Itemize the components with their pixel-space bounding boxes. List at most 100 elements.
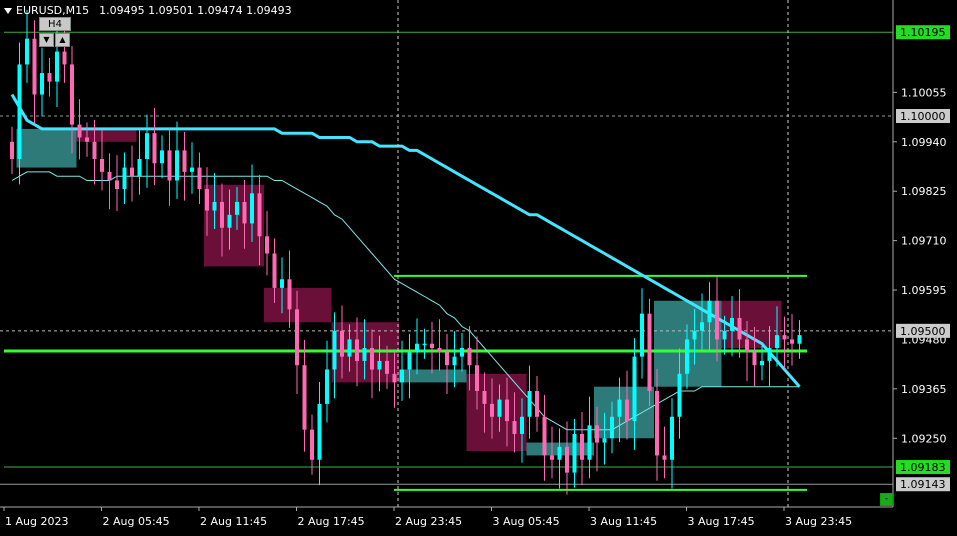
candle-body [362,348,367,361]
candle-body [400,369,404,383]
candle-body [197,167,202,190]
candle-body [272,253,277,288]
arrow-down-icon[interactable]: ▼ [39,33,54,47]
candle-body [475,365,479,391]
x-tick-label: 3 Aug 05:45 [493,515,560,528]
candle-body [212,201,217,211]
candle-body [92,141,97,159]
candle-body [152,133,157,164]
candle-body [737,317,742,340]
candle-body [482,390,487,404]
candle-body [347,339,352,357]
collapse-button[interactable]: - [880,493,893,506]
candle-body [55,51,59,82]
candle-body [587,425,592,460]
candle-body [107,171,112,181]
candle-body [550,455,554,460]
candle-body [430,343,434,349]
y-tick-label: 1.09250 [901,432,947,445]
candle-body [302,365,307,430]
x-tick-label: 2 Aug 17:45 [298,515,365,528]
price-chart[interactable]: 1.10055 1.09940 1.09825 1.09710 1.09595 1.093… [0,0,957,532]
price-tag-label-2: 1.09500 [900,325,946,338]
candle-body [632,356,637,422]
candle-body [250,193,254,224]
candle-body [700,322,704,331]
candle-body [287,279,292,310]
candle-body [17,64,22,159]
candle-body [662,455,667,460]
x-tick-label: 2 Aug 05:45 [103,515,170,528]
candle-body [295,309,299,366]
candle-body [182,150,187,172]
candle-body [617,399,622,417]
candle-body [115,180,119,190]
candle-body [392,373,397,383]
candle-body [565,446,569,473]
candle-body [415,343,419,353]
candle-body [190,167,194,172]
candle-body [497,399,502,417]
y-tick-label: 1.09595 [901,284,947,297]
candle-body [175,150,179,181]
candle-body [77,124,82,138]
candle-body [100,158,104,172]
y-tick-label: 1.09940 [901,136,947,149]
timeframe-button[interactable]: H4 [39,17,71,31]
x-tick-label: 3 Aug 17:45 [688,515,755,528]
candle-body [332,330,337,370]
zone-box-0 [16,128,77,168]
y-tick-label: 1.09710 [901,235,947,248]
candle-body [677,373,682,417]
arrow-up-icon[interactable]: ▲ [55,33,70,47]
candle-body [317,403,322,460]
x-tick-label: 3 Aug 23:45 [785,515,852,528]
candle-body [25,38,29,65]
candle-body [235,201,239,215]
candle-body [685,339,689,374]
candle-body [310,429,314,460]
candle-body [782,335,787,340]
candle-body [790,339,794,344]
candle-body [205,189,209,211]
candle-body [760,360,764,366]
candle-body [385,360,389,374]
candle-body [707,300,712,323]
candle-body [70,64,74,125]
chart-window[interactable]: 1.10055 1.09940 1.09825 1.09710 1.09595 1.093… [0,0,957,532]
candle-body [325,369,329,404]
candle-body [32,38,37,95]
candle-body [47,73,52,82]
candle-body [355,339,359,361]
x-tick-label: 3 Aug 11:45 [590,515,657,528]
candle-85 [647,298,652,407]
candle-body [422,343,427,346]
candle-body [602,438,607,443]
x-tick-label: 2 Aug 23:45 [395,515,462,528]
candle-body [85,137,89,142]
triangle-down-icon[interactable] [4,7,12,14]
candle-body [542,416,547,456]
candle-body [715,300,719,340]
candle-body [610,416,614,439]
candle-body [595,425,599,443]
candle-body [242,201,247,224]
ohlc-values: 1.09495 1.09501 1.09474 1.09493 [99,4,292,17]
candle-body [40,73,44,95]
candle-body [647,313,652,391]
candle-body [775,335,779,349]
candle-body [137,158,142,177]
price-tag-label-0: 1.10195 [900,26,946,39]
candle-body [767,348,772,361]
candle-body [655,390,659,456]
candle-body [130,167,134,177]
candle-body [745,339,749,353]
candle-body [227,214,232,228]
price-tag-label-3: 1.09183 [900,461,946,474]
candle-body [572,433,577,473]
candle-body [625,399,629,422]
x-tick-label: 2 Aug 11:45 [200,515,267,528]
zone-box-8 [594,386,654,439]
candle-body [467,348,472,366]
x-tick-label: 1 Aug 2023 [5,515,68,528]
